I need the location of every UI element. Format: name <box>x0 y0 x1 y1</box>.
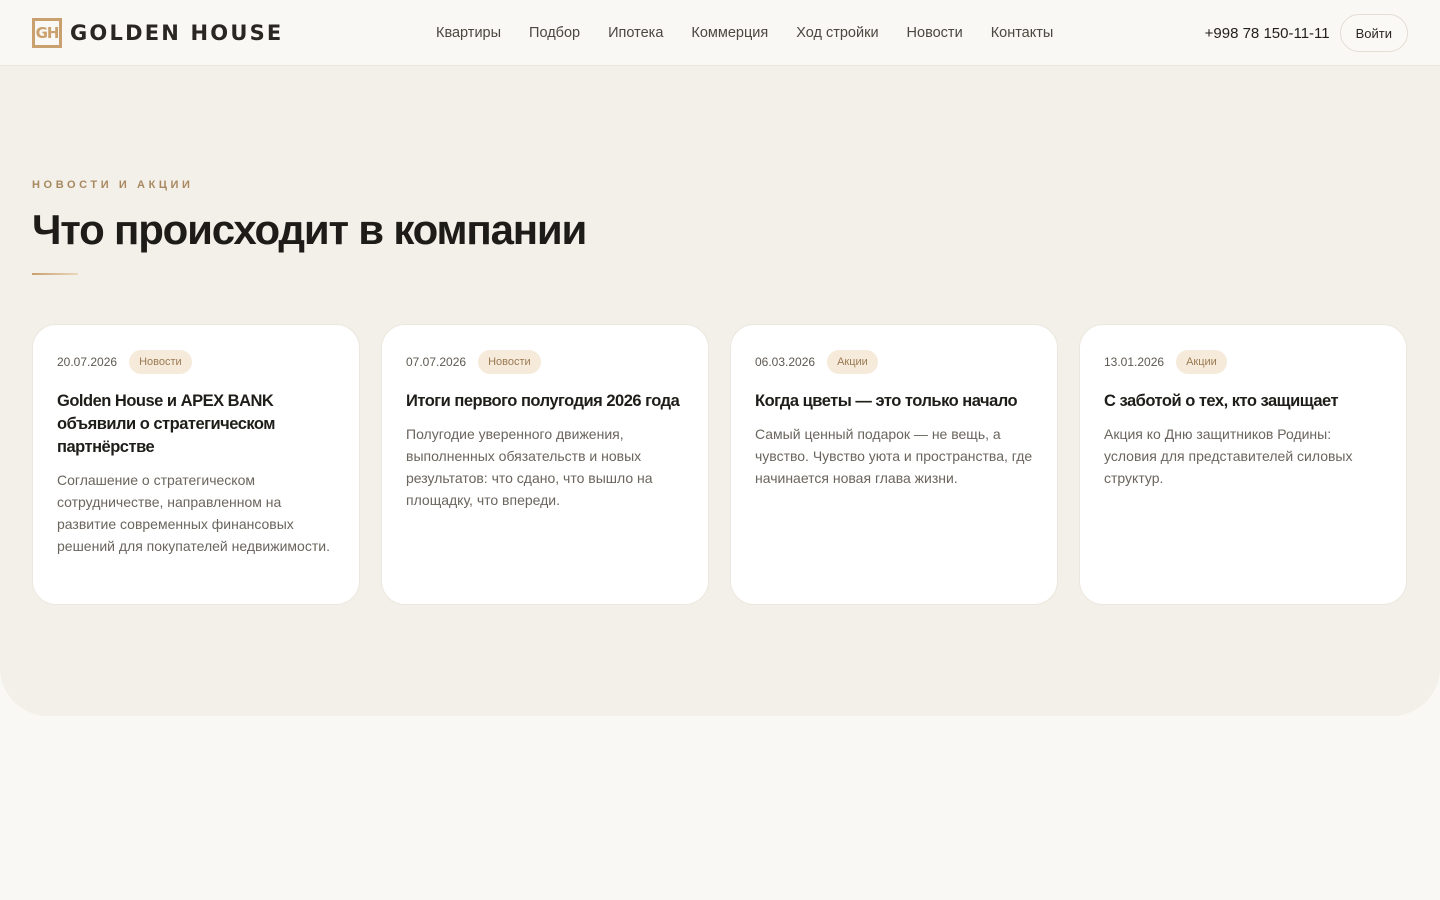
logo[interactable]: GH GOLDEN HOUSE <box>32 17 284 48</box>
nav-item-news[interactable]: Новости <box>907 25 963 41</box>
site-header: GH GOLDEN HOUSE Квартиры Подбор Ипотека … <box>0 0 1440 66</box>
card-date: 13.01.2026 <box>1104 355 1165 369</box>
logo-text: GOLDEN HOUSE <box>70 20 284 45</box>
nav-item-selection[interactable]: Подбор <box>529 25 580 41</box>
card-meta: 20.07.2026 Новости <box>57 349 335 375</box>
card-text: Самый ценный подарок — не вещь, а чувств… <box>755 426 1033 486</box>
nav-item-mortgage[interactable]: Ипотека <box>608 25 663 41</box>
news-card[interactable]: 13.01.2026 Акции С заботой о тех, кто за… <box>1079 324 1407 605</box>
news-card[interactable]: 07.07.2026 Новости Итоги первого полугод… <box>381 324 709 605</box>
card-text: Соглашение о стратегическом сотрудничест… <box>57 472 330 554</box>
card-title: С заботой о тех, кто защищает <box>1104 392 1339 410</box>
card-text: Полугодие уверенного движения, выполненн… <box>406 426 653 508</box>
card-tag: Новости <box>478 350 541 374</box>
main-nav: Квартиры Подбор Ипотека Коммерция Ход ст… <box>436 0 1053 66</box>
header-actions: +998 78 150-11-11 Войти <box>1205 0 1408 66</box>
nav-item-construction[interactable]: Ход стройки <box>796 25 878 41</box>
section-eyebrow: НОВОСТИ И АКЦИИ <box>32 179 194 191</box>
logo-icon: GH <box>32 17 62 48</box>
card-title: Итоги первого полугодия 2026 года <box>406 392 680 410</box>
news-card[interactable]: 06.03.2026 Акции Когда цветы — это тольк… <box>730 324 1058 605</box>
card-title: Golden House и APEX BANK объявили о стра… <box>57 392 275 456</box>
card-meta: 06.03.2026 Акции <box>755 349 1033 375</box>
card-tag: Новости <box>129 350 192 374</box>
card-date: 06.03.2026 <box>755 355 816 369</box>
news-section: НОВОСТИ И АКЦИИ Что происходит в компани… <box>0 66 1440 716</box>
phone-link[interactable]: +998 78 150-11-11 <box>1205 25 1330 42</box>
section-title: Что происходит в компании <box>32 206 587 253</box>
news-cards: 20.07.2026 Новости Golden House и APEX B… <box>32 324 1407 605</box>
card-meta: 07.07.2026 Новости <box>406 349 684 375</box>
logo-mark-letters: GH <box>35 23 60 42</box>
nav-item-contacts[interactable]: Контакты <box>991 25 1054 41</box>
card-text: Акция ко Дню защитников Родины: условия … <box>1104 426 1353 486</box>
nav-item-apartments[interactable]: Квартиры <box>436 25 501 41</box>
card-title: Когда цветы — это только начало <box>755 392 1018 410</box>
nav-item-commercial[interactable]: Коммерция <box>691 25 768 41</box>
title-underline <box>32 273 78 275</box>
card-tag: Акции <box>827 350 878 374</box>
card-date: 20.07.2026 <box>57 355 118 369</box>
news-card[interactable]: 20.07.2026 Новости Golden House и APEX B… <box>32 324 360 605</box>
card-date: 07.07.2026 <box>406 355 467 369</box>
card-tag: Акции <box>1176 350 1227 374</box>
card-meta: 13.01.2026 Акции <box>1104 349 1382 375</box>
login-button[interactable]: Войти <box>1339 14 1408 52</box>
